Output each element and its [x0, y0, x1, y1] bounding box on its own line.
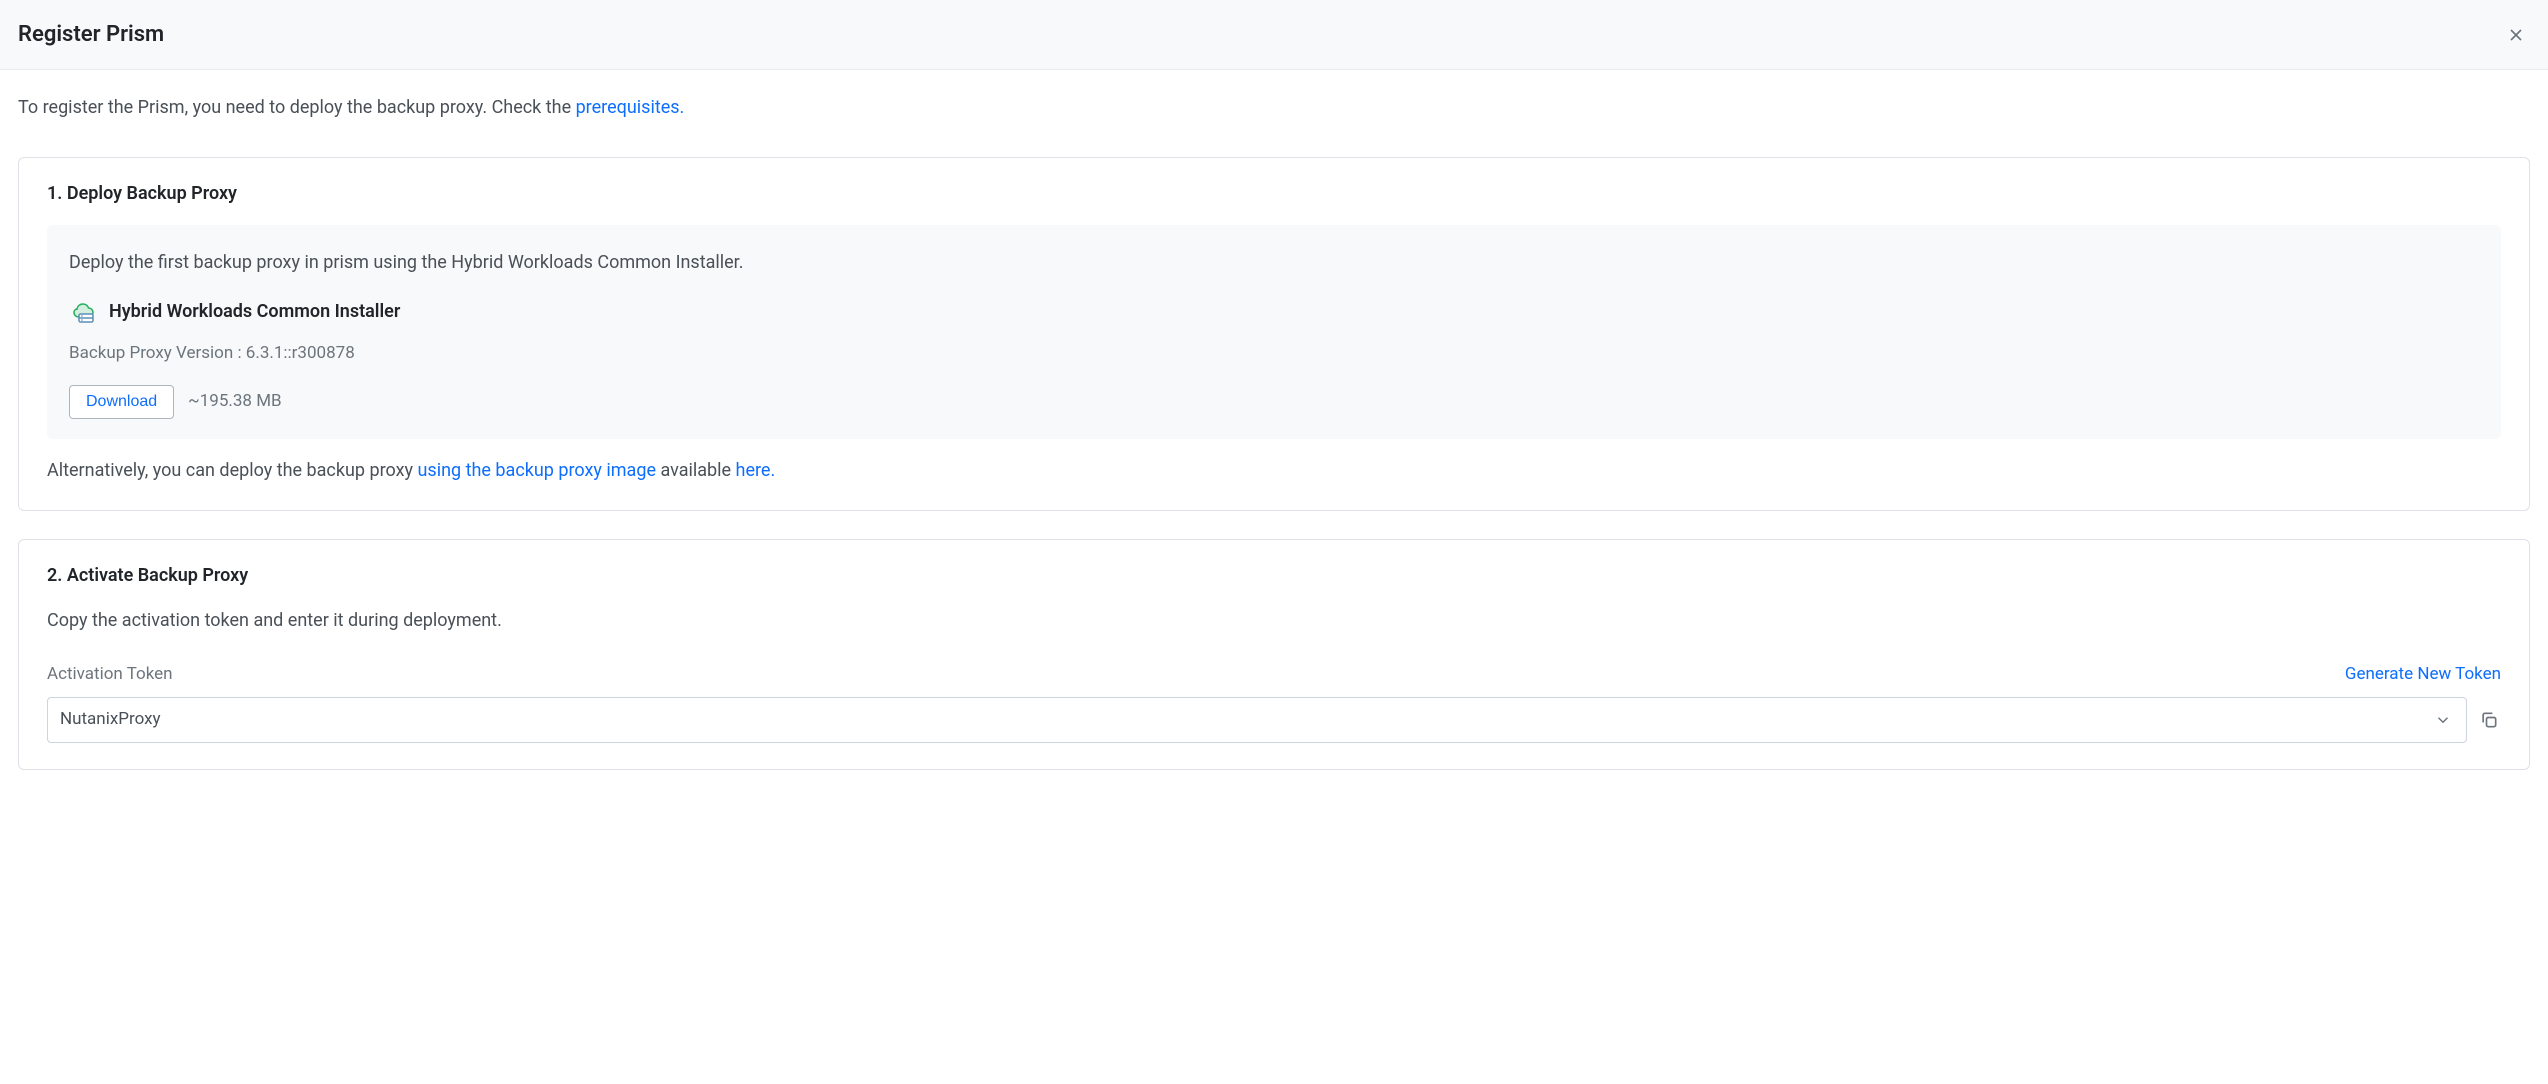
step-2-desc: Copy the activation token and enter it d…	[47, 607, 2501, 634]
installer-row: Hybrid Workloads Common Installer	[69, 298, 2479, 325]
chevron-down-icon	[2434, 711, 2452, 729]
generate-token-link[interactable]: Generate New Token	[2345, 662, 2501, 688]
token-label: Activation Token	[47, 662, 173, 688]
installer-name: Hybrid Workloads Common Installer	[109, 298, 400, 325]
step-1-panel: 1. Deploy Backup Proxy Deploy the first …	[18, 157, 2530, 511]
page-title: Register Prism	[18, 18, 164, 51]
intro-prefix: To register the Prism, you need to deplo…	[18, 97, 576, 118]
token-field[interactable]: NutanixProxy	[47, 697, 2467, 743]
here-link[interactable]: here.	[736, 460, 776, 481]
step-2-title: 2. Activate Backup Proxy	[47, 562, 2501, 589]
installer-desc: Deploy the first backup proxy in prism u…	[69, 249, 2479, 276]
alt-mid: available	[656, 460, 736, 481]
alt-prefix: Alternatively, you can deploy the backup…	[47, 460, 418, 481]
dialog-body: To register the Prism, you need to deplo…	[0, 70, 2548, 816]
installer-box: Deploy the first backup proxy in prism u…	[47, 225, 2501, 439]
copy-token-button[interactable]	[2477, 708, 2501, 732]
close-button[interactable]	[2502, 21, 2530, 49]
token-expand-button[interactable]	[2432, 711, 2454, 729]
step-1-title: 1. Deploy Backup Proxy	[47, 180, 2501, 207]
token-row: NutanixProxy	[47, 697, 2501, 743]
proxy-image-link[interactable]: using the backup proxy image	[418, 460, 656, 481]
close-icon	[2506, 25, 2526, 45]
copy-icon	[2479, 710, 2499, 730]
token-value: NutanixProxy	[60, 707, 2432, 733]
prerequisites-link[interactable]: prerequisites.	[576, 97, 685, 118]
token-header: Activation Token Generate New Token	[47, 662, 2501, 688]
alternative-text: Alternatively, you can deploy the backup…	[47, 457, 2501, 484]
dialog-header: Register Prism	[0, 0, 2548, 70]
step-2-panel: 2. Activate Backup Proxy Copy the activa…	[18, 539, 2530, 770]
download-size: ~195.38 MB	[188, 389, 281, 415]
installer-icon	[69, 300, 97, 324]
download-row: Download ~195.38 MB	[69, 385, 2479, 419]
download-button[interactable]: Download	[69, 385, 174, 419]
intro-text: To register the Prism, you need to deplo…	[18, 94, 2530, 121]
version-text: Backup Proxy Version : 6.3.1::r300878	[69, 341, 2479, 367]
